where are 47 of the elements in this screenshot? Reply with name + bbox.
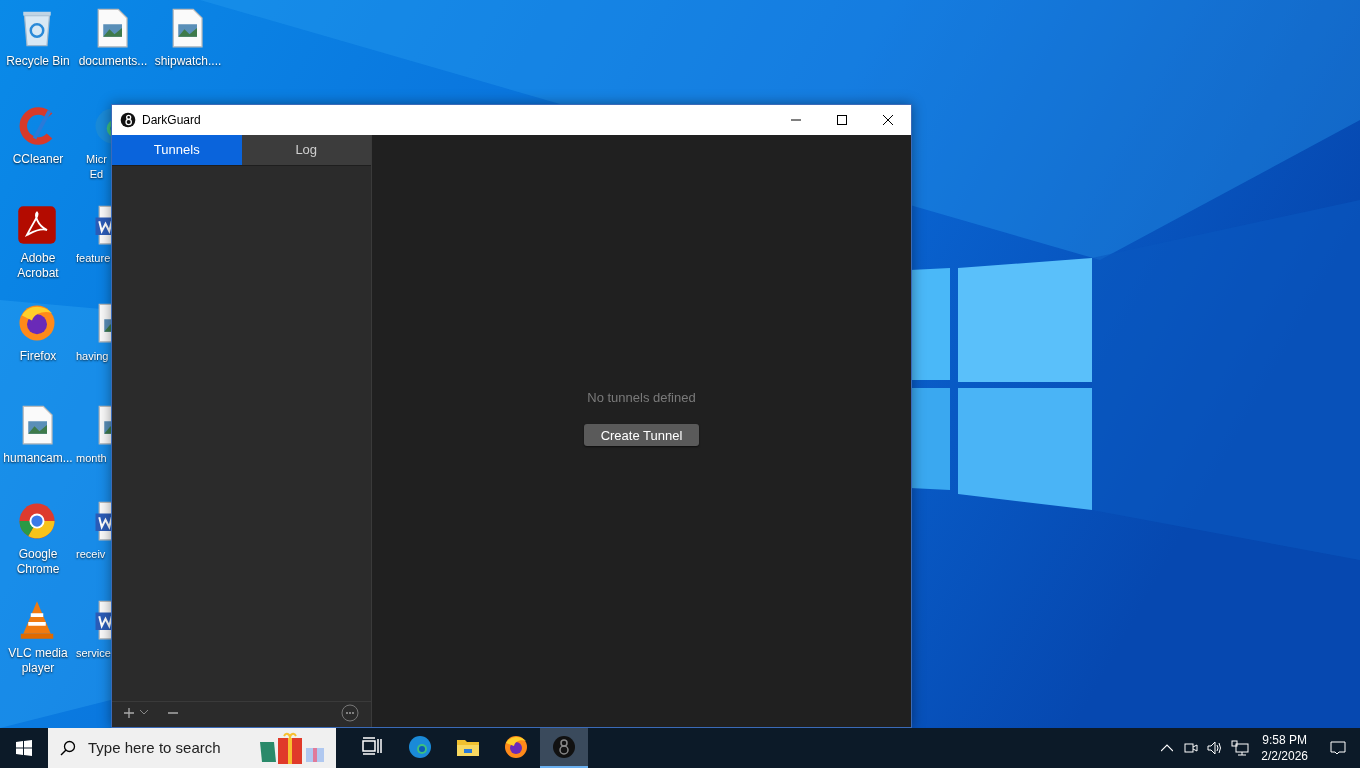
icon-label: Google Chrome [15, 547, 61, 577]
speaker-icon[interactable] [1207, 740, 1224, 756]
tab[interactable]: Tunnels [112, 135, 242, 165]
app-logo-icon [552, 735, 576, 759]
icon-label: feature [76, 251, 111, 266]
icon-label: shipwatch.... [153, 54, 223, 69]
browser-icon[interactable] [17, 501, 57, 541]
icon-label: humancam... [2, 451, 74, 466]
plus-icon [124, 707, 134, 718]
create-tunnel-button[interactable]: Create Tunnel [583, 424, 700, 447]
browser-icon [408, 735, 432, 759]
search-icon [60, 740, 76, 756]
icon-label: CCleaner [11, 152, 65, 167]
chat-bubble-icon [1330, 740, 1346, 756]
icon-label: service [76, 646, 111, 661]
tab[interactable]: Log [241, 135, 371, 165]
camera-icon[interactable] [1183, 740, 1200, 756]
empty-message: No tunnels defined [587, 388, 696, 407]
icon-label: month [76, 451, 108, 466]
icon-label: documents... [77, 54, 149, 69]
maximize-icon [837, 115, 847, 125]
icon-label: receiv [76, 547, 107, 562]
icon-label: Recycle Bin [5, 54, 71, 69]
search-field[interactable]: Type here to search [88, 736, 258, 760]
chevron-up-icon[interactable] [1161, 744, 1174, 752]
windows-logo-icon [16, 740, 32, 756]
browser-icon[interactable] [17, 303, 57, 343]
search-bar[interactable]: Type here to search [48, 728, 336, 768]
clock-date: 2/2/2026 [1261, 748, 1308, 764]
pdf-icon[interactable] [17, 205, 57, 245]
icon-label: VLC media player [7, 646, 69, 676]
taskbar-button[interactable] [540, 728, 588, 768]
browser-icon [504, 735, 528, 759]
clock[interactable]: 9:58 PM 2/2/2026 [1261, 732, 1308, 764]
icon-label: Adobe Acrobat [16, 251, 60, 281]
more-button[interactable] [341, 703, 359, 722]
app-logo-icon [120, 112, 136, 128]
icon-label: having [76, 349, 110, 364]
icon-label: Firefox [18, 349, 58, 364]
add-button[interactable] [124, 707, 148, 718]
network-icon[interactable] [1231, 740, 1250, 756]
caret-icon [140, 710, 148, 715]
clock-time: 9:58 PM [1262, 732, 1307, 748]
icon-label: Micr Ed [85, 152, 108, 182]
close-icon [883, 115, 893, 125]
window-title: DarkGuard [142, 112, 201, 129]
more-icon [341, 703, 359, 722]
